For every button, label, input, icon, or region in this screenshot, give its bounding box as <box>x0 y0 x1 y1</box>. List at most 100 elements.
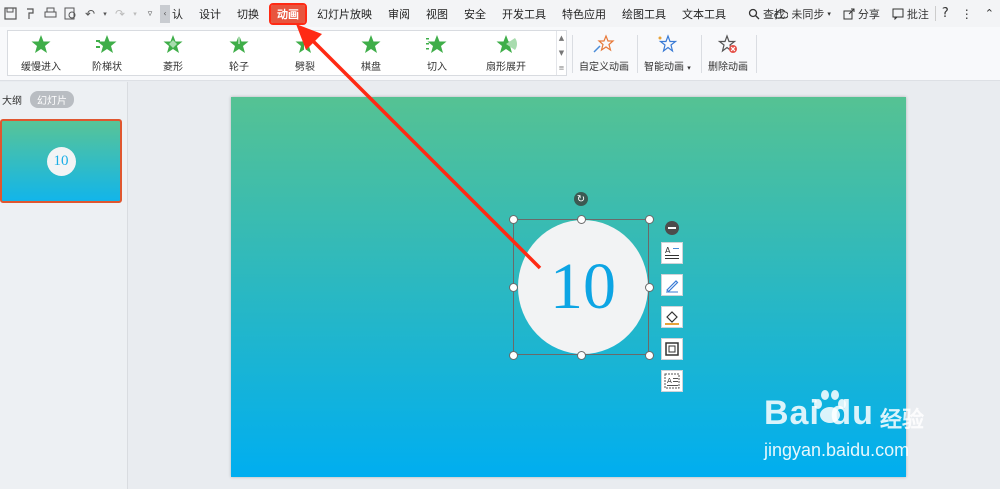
custom-animation-button[interactable]: 自定义动画 <box>579 30 629 76</box>
redo-dropdown-icon[interactable]: ▾ <box>130 0 140 27</box>
more-button[interactable]: ⋮ <box>955 7 979 21</box>
animation-fan-unfold[interactable]: 扇形展开 <box>470 31 542 75</box>
smart-animation-label: 智能动画 ▾ <box>644 61 691 73</box>
tab-view[interactable]: 视图 <box>418 0 456 27</box>
resize-handle-bottom-right[interactable] <box>645 351 654 360</box>
outline-pen-button[interactable] <box>661 274 683 296</box>
animation-stairs[interactable]: 阶梯状 <box>74 31 140 75</box>
animation-label: 劈裂 <box>295 61 315 73</box>
gallery-more-icon[interactable]: ≡ <box>559 64 565 72</box>
animation-cut-in[interactable]: 切入 <box>404 31 470 75</box>
svg-text:A: A <box>667 377 672 385</box>
tab-features[interactable]: 特色应用 <box>554 0 614 27</box>
resize-handle-bottom-left[interactable] <box>509 351 518 360</box>
animation-star-icon <box>295 33 315 54</box>
animation-star-icon <box>31 34 51 53</box>
animation-star-icon <box>163 34 183 53</box>
text-fill-button[interactable]: A <box>661 242 683 264</box>
tab-design[interactable]: 设计 <box>191 0 229 27</box>
print-icon[interactable] <box>40 0 60 27</box>
cloud-icon <box>774 9 789 19</box>
share-button[interactable]: 分享 <box>837 6 886 22</box>
watermark-logo: Bai du <box>764 394 874 432</box>
animation-split[interactable]: 劈裂 <box>272 31 338 75</box>
menu-bar: ↶ ▾ ↷ ▾ ▿ ‹ 认 设计 切换 动画 幻灯片放映 审阅 视图 安全 开发… <box>0 0 1000 27</box>
smart-animation-icon <box>658 33 678 53</box>
comment-icon <box>892 8 904 20</box>
slides-pane: 大纲 幻灯片 10 <box>0 82 128 489</box>
help-button[interactable]: ? <box>934 6 955 21</box>
shape-fill-button[interactable] <box>661 306 683 328</box>
thumbnail-circle: 10 <box>46 146 76 176</box>
collapse-ribbon-button[interactable]: ⌃ <box>979 7 1000 20</box>
paint-bucket-icon <box>665 311 679 325</box>
resize-handle-top-left[interactable] <box>509 215 518 224</box>
smart-animation-button[interactable]: 智能动画 ▾ <box>644 30 691 76</box>
print-preview-icon[interactable] <box>60 0 80 27</box>
gallery-scroll: ▲ ▼ ≡ <box>556 31 566 75</box>
custom-animation-label: 自定义动画 <box>579 61 629 73</box>
tab-scroll-left-icon[interactable]: ‹ <box>160 4 170 23</box>
redo-icon[interactable]: ↷ <box>110 0 130 27</box>
animation-diamond[interactable]: 菱形 <box>140 31 206 75</box>
sync-button[interactable]: 未同步 ▾ <box>768 6 837 22</box>
format-painter-icon[interactable] <box>20 0 40 27</box>
comment-button[interactable]: 批注 <box>886 6 935 22</box>
animation-label: 扇形展开 <box>486 61 526 73</box>
tab-developer[interactable]: 开发工具 <box>494 0 554 27</box>
tab-insert[interactable]: 认 <box>170 0 191 27</box>
resize-handle-left[interactable] <box>509 283 518 292</box>
pen-icon <box>666 280 679 293</box>
animation-gallery: 缓慢进入 阶梯状 菱形 轮子 劈裂 棋盘 切入 扇形展开 ▲ ▼ ≡ <box>7 30 567 76</box>
gallery-down-icon[interactable]: ▼ <box>559 49 564 57</box>
animation-wheel[interactable]: 轮子 <box>206 31 272 75</box>
animation-checkerboard[interactable]: 棋盘 <box>338 31 404 75</box>
animation-label: 轮子 <box>229 61 249 73</box>
slide-thumbnail[interactable]: 10 <box>0 119 122 203</box>
watermark-url: jingyan.baidu.com <box>764 440 910 460</box>
pane-tabs: 大纲 幻灯片 <box>0 82 127 108</box>
text-layout-button[interactable]: A <box>661 370 683 392</box>
ribbon-divider <box>756 35 757 73</box>
tab-security[interactable]: 安全 <box>456 0 494 27</box>
tab-review[interactable]: 审阅 <box>380 0 418 27</box>
watermark-logo-cn: 经验 <box>880 408 925 433</box>
animation-star-icon <box>361 34 381 53</box>
baidu-watermark: Bai du 经验 jingyan.baidu.com <box>752 380 952 480</box>
animation-star-icon <box>426 34 447 53</box>
tab-text-tools[interactable]: 文本工具 <box>674 0 734 27</box>
selection-box <box>513 219 649 355</box>
share-label: 分享 <box>857 7 880 21</box>
animation-label: 缓慢进入 <box>21 61 61 73</box>
animation-slow-in[interactable]: 缓慢进入 <box>8 31 74 75</box>
collapse-float-toolbar-icon[interactable] <box>665 221 679 235</box>
tab-slides[interactable]: 幻灯片 <box>30 91 74 108</box>
ribbon-divider <box>701 35 702 73</box>
resize-handle-top-right[interactable] <box>645 215 654 224</box>
right-tools: 未同步 ▾ 分享 批注 ? ⋮ ⌃ <box>768 0 1000 27</box>
tab-animation[interactable]: 动画 <box>269 2 307 25</box>
rotate-handle-icon[interactable]: ↻ <box>574 192 588 206</box>
delete-animation-button[interactable]: 删除动画 <box>708 30 748 76</box>
tab-drawing-tools[interactable]: 绘图工具 <box>614 0 674 27</box>
border-icon <box>665 342 679 356</box>
resize-handle-right[interactable] <box>645 283 654 292</box>
save-icon[interactable] <box>0 0 20 27</box>
delete-animation-label: 删除动画 <box>708 61 748 73</box>
tab-transitions[interactable]: 切换 <box>229 0 267 27</box>
animation-label: 棋盘 <box>361 61 381 73</box>
animation-star-icon <box>496 34 517 53</box>
undo-icon[interactable]: ↶ <box>80 0 100 27</box>
resize-handle-bottom[interactable] <box>577 351 586 360</box>
animation-label: 菱形 <box>163 61 183 73</box>
custom-animation-icon <box>593 33 615 53</box>
tab-slideshow[interactable]: 幻灯片放映 <box>309 0 380 27</box>
gallery-up-icon[interactable]: ▲ <box>559 34 564 42</box>
resize-handle-top[interactable] <box>577 215 586 224</box>
customize-toolbar-icon[interactable]: ▿ <box>140 0 160 27</box>
undo-dropdown-icon[interactable]: ▾ <box>100 0 110 27</box>
tab-outline[interactable]: 大纲 <box>2 92 22 107</box>
animation-label: 阶梯状 <box>92 61 122 73</box>
shape-outline-button[interactable] <box>661 338 683 360</box>
search-icon <box>748 8 760 19</box>
